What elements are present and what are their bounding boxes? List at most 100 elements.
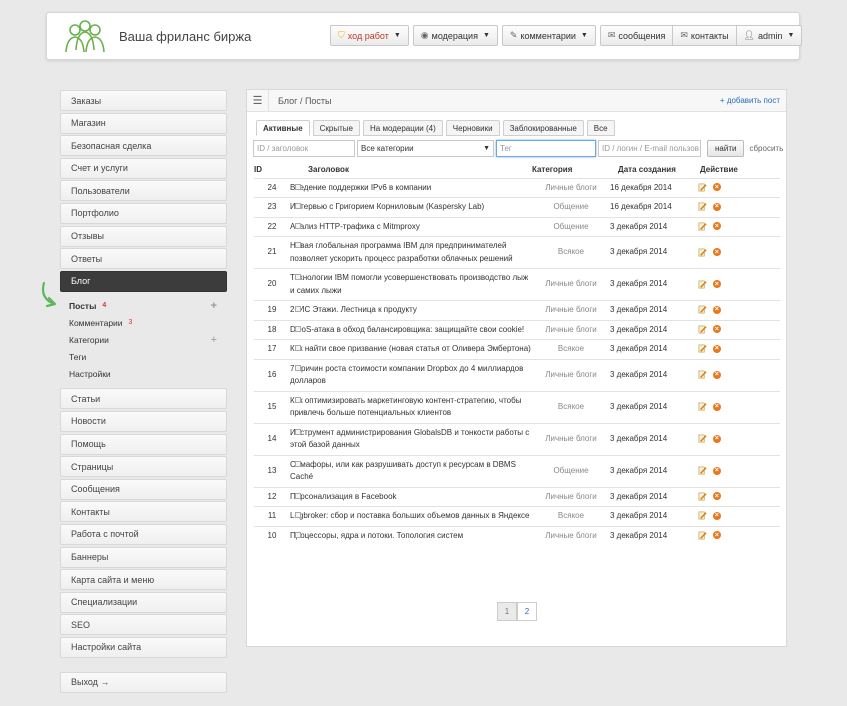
row-checkbox[interactable]: [295, 531, 301, 538]
edit-icon[interactable]: [698, 402, 707, 411]
row-title-link[interactable]: Технологии IBM помогли усовершенствовать…: [290, 273, 528, 295]
row-checkbox[interactable]: [295, 222, 301, 229]
col-date[interactable]: Дата создания: [610, 162, 698, 178]
sidebar-item-bottom-5[interactable]: Контакты: [60, 501, 227, 523]
sidebar-item-6[interactable]: Отзывы: [60, 225, 227, 247]
tab-2[interactable]: На модерации (4): [363, 120, 443, 136]
delete-icon[interactable]: [713, 220, 721, 232]
row-checkbox[interactable]: [295, 396, 301, 403]
row-title-link[interactable]: 2ГИС Этажи. Лестница к продукту: [290, 305, 417, 314]
row-checkbox[interactable]: [295, 345, 301, 351]
edit-icon[interactable]: [698, 531, 707, 540]
sidebar-item-blog[interactable]: Блог: [60, 270, 227, 292]
sidebar-item-bottom-6[interactable]: Работа с почтой: [60, 523, 227, 545]
sidebar-item-bottom-2[interactable]: Помощь: [60, 433, 227, 455]
sidebar-item-bottom-1[interactable]: Новости: [60, 410, 227, 432]
sidebar-item-bottom-11[interactable]: Настройки сайта: [60, 636, 227, 658]
row-title-link[interactable]: Как найти свое призвание (новая статья о…: [290, 344, 531, 353]
delete-icon[interactable]: [713, 303, 721, 316]
edit-icon[interactable]: [698, 344, 707, 353]
edit-icon[interactable]: [698, 280, 707, 289]
user-input[interactable]: ID / логин / E-mail пользов: [598, 140, 701, 157]
tab-3[interactable]: Черновики: [445, 120, 500, 136]
sidebar-item-3[interactable]: Счет и услуги: [60, 157, 227, 179]
tab-5[interactable]: Все: [586, 120, 615, 136]
delete-icon[interactable]: [713, 432, 721, 445]
submenu-item-1[interactable]: Комментарии 3: [69, 314, 227, 331]
row-title-link[interactable]: Персонализация в Facebook: [290, 492, 397, 501]
edit-icon[interactable]: [698, 183, 707, 192]
user-menu-button[interactable]: 👤︎ admin ▼: [736, 25, 803, 46]
page-1-button[interactable]: 1: [497, 602, 517, 621]
row-title-link[interactable]: Инструмент администрирования GlobalsDB и…: [290, 428, 529, 450]
sidebar-item-bottom-8[interactable]: Карта сайта и меню: [60, 569, 227, 591]
logout-button[interactable]: Выход →: [60, 671, 227, 693]
row-title-link[interactable]: 7 причин роста стоимости компании Dropbo…: [290, 364, 523, 386]
sidebar-item-0[interactable]: Заказы: [60, 90, 227, 111]
comments-menu-button[interactable]: ✎ комментарии ▼: [501, 25, 596, 46]
sidebar-item-bottom-4[interactable]: Сообщения: [60, 478, 227, 500]
sidebar-item-1[interactable]: Магазин: [60, 112, 227, 134]
sidebar-item-bottom-10[interactable]: SEO: [60, 614, 227, 636]
edit-icon[interactable]: [698, 492, 707, 501]
row-checkbox[interactable]: [295, 306, 301, 312]
progress-menu-button[interactable]: ⛉ ход работ ▼: [330, 25, 409, 46]
row-title-link[interactable]: Logbroker: сбор и поставка больших объем…: [290, 511, 529, 520]
edit-icon[interactable]: [698, 434, 707, 443]
delete-icon[interactable]: [713, 200, 721, 213]
row-checkbox[interactable]: [295, 512, 301, 518]
submenu-item-3[interactable]: Теги: [69, 348, 227, 365]
find-button[interactable]: найти: [707, 140, 745, 157]
delete-icon[interactable]: [713, 323, 721, 335]
add-post-link[interactable]: + добавить пост: [720, 96, 780, 105]
delete-icon[interactable]: [713, 368, 721, 381]
delete-icon[interactable]: [713, 400, 721, 413]
category-select[interactable]: Все категории ▼: [357, 140, 494, 157]
edit-icon[interactable]: [698, 325, 707, 334]
row-title-link[interactable]: Процессоры, ядра и потоки. Топология сис…: [290, 531, 463, 540]
row-checkbox[interactable]: [295, 492, 301, 499]
row-checkbox[interactable]: [295, 460, 301, 467]
sidebar-item-bottom-7[interactable]: Баннеры: [60, 546, 227, 568]
delete-icon[interactable]: [713, 342, 721, 355]
row-title-link[interactable]: Как оптимизировать маркетинговую контент…: [290, 396, 521, 418]
sidebar-item-7[interactable]: Ответы: [60, 248, 227, 270]
sidebar-item-2[interactable]: Безопасная сделка: [60, 135, 227, 157]
sidebar-item-4[interactable]: Пользователи: [60, 180, 227, 202]
tab-0[interactable]: Активные: [256, 120, 310, 136]
delete-icon[interactable]: [713, 529, 721, 541]
tab-1[interactable]: Скрытые: [312, 120, 360, 136]
row-checkbox[interactable]: [295, 203, 301, 209]
row-checkbox[interactable]: [295, 325, 301, 332]
delete-icon[interactable]: [713, 246, 721, 258]
edit-icon[interactable]: [698, 511, 707, 520]
row-title-link[interactable]: Интервью с Григорием Корниловым (Kaspers…: [290, 202, 484, 211]
delete-icon[interactable]: [713, 464, 721, 477]
page-2-button[interactable]: 2: [517, 602, 537, 621]
site-title[interactable]: Ваша фриланс биржа: [119, 29, 251, 44]
edit-icon[interactable]: [698, 466, 707, 475]
submenu-item-4[interactable]: Настройки: [69, 365, 227, 382]
sidebar-item-bottom-0[interactable]: Статьи: [60, 388, 227, 410]
row-checkbox[interactable]: [295, 428, 301, 435]
col-id[interactable]: ID: [254, 162, 290, 178]
row-title-link[interactable]: Анализ HTTP-трафика с Mitmproxy: [290, 222, 420, 231]
edit-icon[interactable]: [698, 305, 707, 314]
logo-icon[interactable]: [61, 19, 109, 55]
row-checkbox[interactable]: [295, 364, 301, 371]
row-title-link[interactable]: DDoS-атака в обход балансировщика: защищ…: [290, 325, 524, 334]
row-checkbox[interactable]: [295, 274, 301, 280]
messages-button[interactable]: ✉ сообщения: [599, 25, 674, 46]
hamburger-icon[interactable]: ☰: [247, 90, 269, 111]
delete-icon[interactable]: [713, 490, 721, 502]
delete-icon[interactable]: [713, 278, 721, 290]
edit-icon[interactable]: [698, 370, 707, 379]
contacts-button[interactable]: ✉ контакты: [673, 25, 737, 46]
moderation-menu-button[interactable]: ◉ модерация ▼: [412, 25, 498, 46]
edit-icon[interactable]: [698, 222, 707, 231]
row-title-link[interactable]: Семафоры, или как разрушивать доступ к р…: [290, 460, 516, 482]
delete-icon[interactable]: [713, 509, 721, 522]
submenu-item-0[interactable]: Посты 4 +: [69, 297, 227, 314]
plus-icon[interactable]: +: [211, 334, 217, 346]
tab-4[interactable]: Заблокированные: [502, 120, 584, 136]
